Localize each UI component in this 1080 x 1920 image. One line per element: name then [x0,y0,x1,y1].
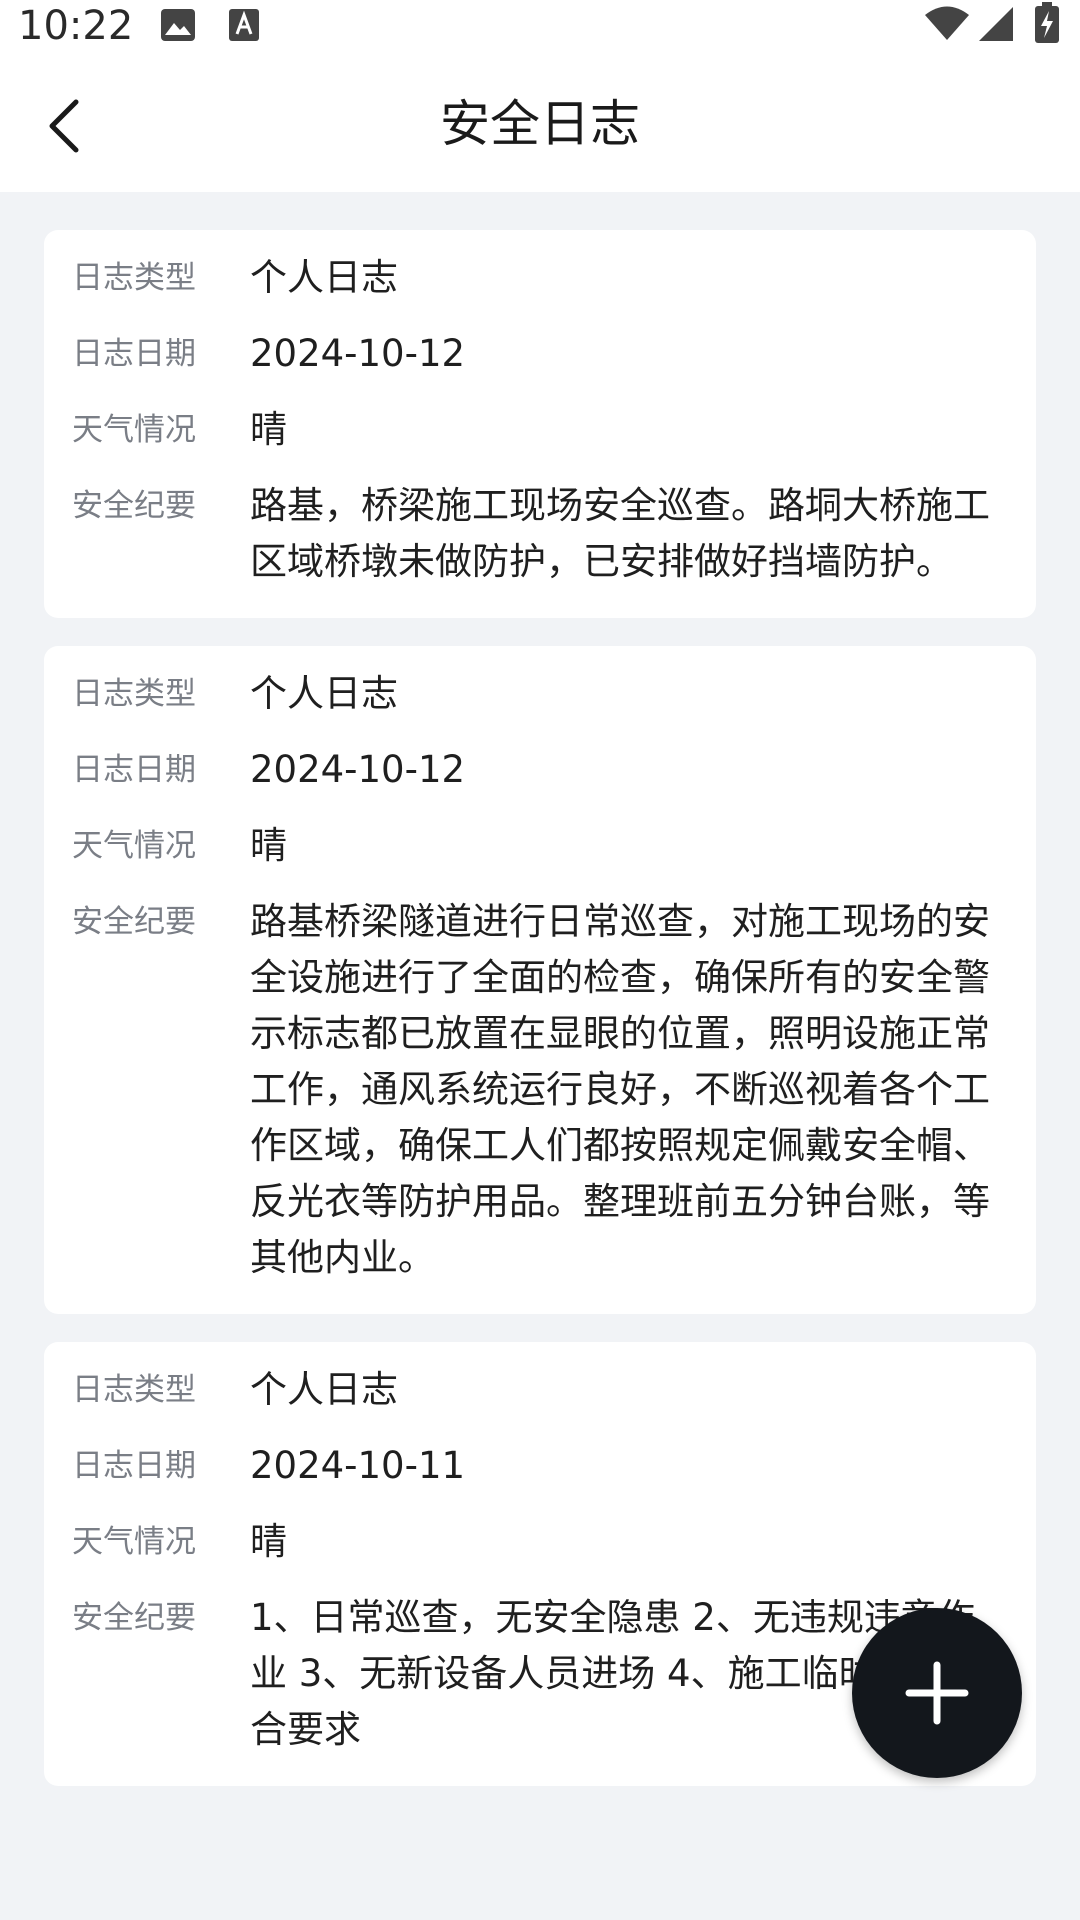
app-notification-icon [229,9,259,41]
weather-label: 天气情况 [72,828,196,864]
log-date-row: 日志日期 2024-10-12 [72,748,1008,798]
safety-summary-label: 安全纪要 [72,488,196,524]
log-date-row: 日志日期 2024-10-11 [72,1444,1008,1494]
log-date-label: 日志日期 [72,1448,196,1484]
add-log-button[interactable] [852,1608,1022,1778]
log-type-label: 日志类型 [72,676,196,712]
battery-charging-icon [1035,2,1059,43]
log-type-value: 个人日志 [250,672,398,715]
safety-summary-label: 安全纪要 [72,1600,196,1636]
weather-label: 天气情况 [72,1524,196,1560]
log-card[interactable]: 日志类型 个人日志 日志日期 2024-10-12 天气情况 晴 安全纪要 路基… [44,646,1036,1314]
log-date-label: 日志日期 [72,752,196,788]
safety-summary-value: 路基桥梁隧道进行日常巡查，对施工现场的安全设施进行了全面的检查，确保所有的安全警… [250,900,990,1279]
safety-summary-value: 路基，桥梁施工现场安全巡查。路垌大桥施工区域桥墩未做防护，已安排做好挡墙防护。 [250,484,990,583]
log-list[interactable]: 日志类型 个人日志 日志日期 2024-10-12 天气情况 晴 安全纪要 路基… [44,230,1036,1814]
page-title: 安全日志 [440,95,640,153]
log-date-value: 2024-10-11 [250,1444,466,1487]
weather-value: 晴 [250,1520,287,1563]
safety-summary-row: 安全纪要 路基，桥梁施工现场安全巡查。路垌大桥施工区域桥墩未做防护，已安排做好挡… [72,484,1008,590]
weather-value: 晴 [250,824,287,867]
weather-row: 天气情况 晴 [72,408,1008,458]
image-icon [161,9,195,41]
log-date-label: 日志日期 [72,336,196,372]
header: 安全日志 [0,56,1080,192]
signal-icon [979,7,1013,41]
safety-summary-row: 安全纪要 路基桥梁隧道进行日常巡查，对施工现场的安全设施进行了全面的检查，确保所… [72,900,1008,1286]
log-date-row: 日志日期 2024-10-12 [72,332,1008,382]
log-type-row: 日志类型 个人日志 [72,672,1008,722]
weather-label: 天气情况 [72,412,196,448]
log-date-value: 2024-10-12 [250,748,466,791]
log-type-label: 日志类型 [72,1372,196,1408]
log-type-row: 日志类型 个人日志 [72,1368,1008,1418]
log-type-value: 个人日志 [250,256,398,299]
log-type-row: 日志类型 个人日志 [72,256,1008,306]
plus-icon [905,1661,969,1725]
weather-value: 晴 [250,408,287,451]
log-type-value: 个人日志 [250,1368,398,1411]
weather-row: 天气情况 晴 [72,824,1008,874]
wifi-icon [925,6,969,40]
log-date-value: 2024-10-12 [250,332,466,375]
status-bar: 10:22 [0,0,1080,56]
weather-row: 天气情况 晴 [72,1520,1008,1570]
log-type-label: 日志类型 [72,260,196,296]
status-time: 10:22 [18,3,134,49]
log-card[interactable]: 日志类型 个人日志 日志日期 2024-10-12 天气情况 晴 安全纪要 路基… [44,230,1036,618]
safety-summary-label: 安全纪要 [72,904,196,940]
